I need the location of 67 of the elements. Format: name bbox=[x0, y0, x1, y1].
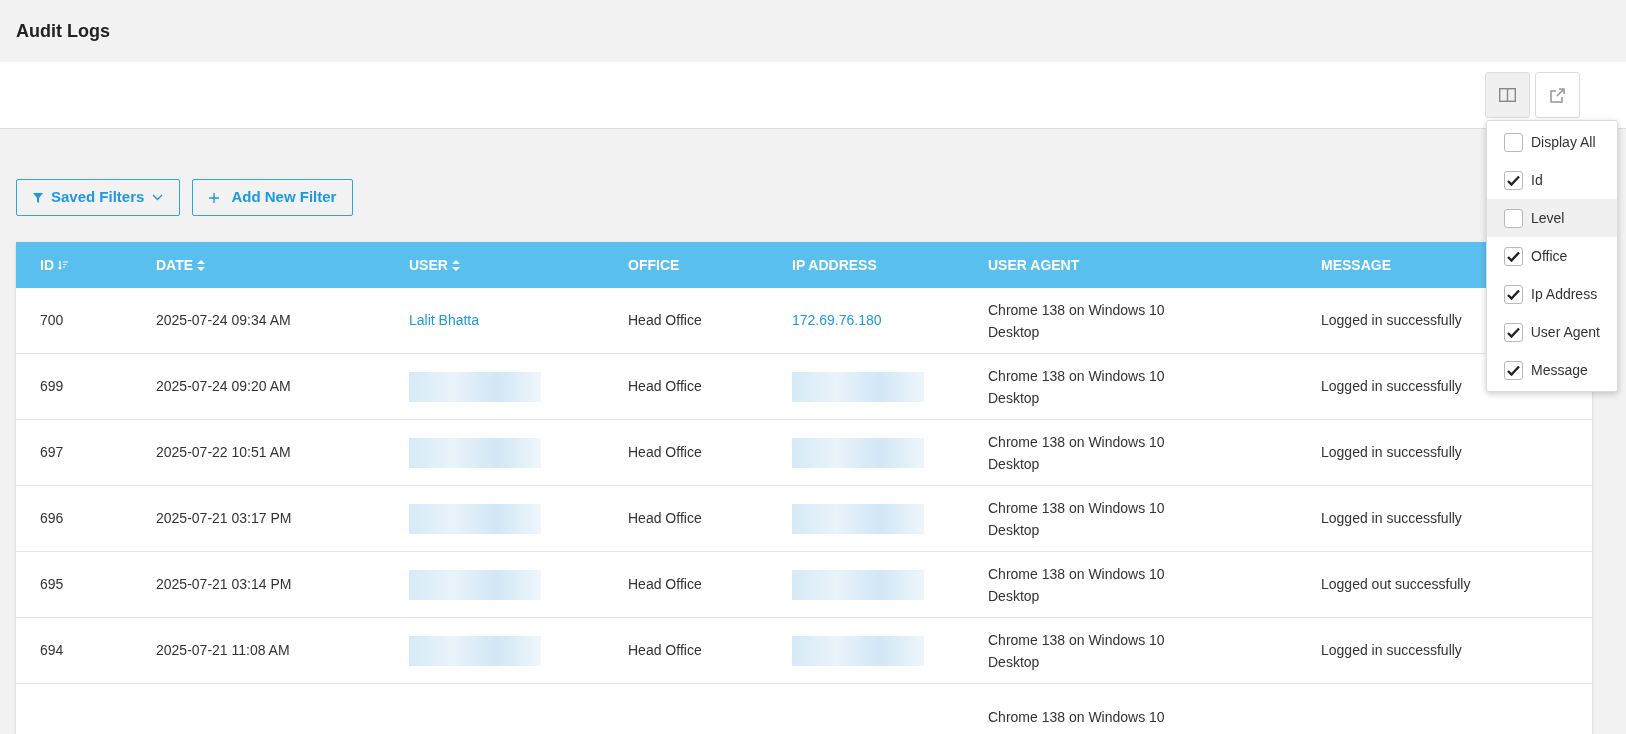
table-cell-text: Chrome 138 on Windows 10 Desktop bbox=[988, 366, 1166, 408]
table-cell: 2025-07-21 11:08 AM bbox=[156, 642, 290, 658]
table-cell: Logged in successfully bbox=[1321, 378, 1462, 394]
checkbox[interactable] bbox=[1504, 322, 1523, 342]
option-label: Office bbox=[1531, 246, 1568, 266]
table-cell: Head Office bbox=[628, 576, 702, 592]
column-header: MESSAGE bbox=[1321, 255, 1391, 275]
sort-icon[interactable] bbox=[451, 259, 460, 271]
table-cell: 697 bbox=[40, 444, 64, 460]
table-cell: 695 bbox=[40, 576, 64, 592]
checkbox[interactable] bbox=[1504, 170, 1523, 190]
table-cell-text: Chrome 138 on Windows 10 Desktop bbox=[988, 300, 1166, 342]
table-cell-text: Chrome 138 on Windows 10 Desktop bbox=[988, 630, 1166, 672]
table-cell: 2025-07-21 03:14 PM bbox=[156, 576, 292, 592]
plus-icon bbox=[209, 192, 220, 203]
table-cell: Logged in successfully bbox=[1321, 642, 1462, 658]
table-cell: Head Office bbox=[628, 378, 702, 394]
column-header: IP ADDRESS bbox=[792, 255, 877, 275]
table-cell: Head Office bbox=[628, 312, 702, 328]
option-label: Level bbox=[1531, 208, 1565, 228]
table-cell: 2025-07-24 09:34 AM bbox=[156, 312, 291, 328]
option-label: Ip Address bbox=[1531, 284, 1598, 304]
table-cell: Head Office bbox=[628, 510, 702, 526]
table-cell: 2025-07-21 03:17 PM bbox=[156, 510, 292, 526]
columns-button[interactable] bbox=[1485, 72, 1530, 118]
table-cell: Logged in successfully bbox=[1321, 510, 1462, 526]
option-label: Id bbox=[1531, 170, 1543, 190]
table-cell: Logged in successfully bbox=[1321, 312, 1462, 328]
table-cell-text: Chrome 138 on Windows 10 bbox=[988, 707, 1166, 727]
table-cell: Logged out successfully bbox=[1321, 576, 1471, 592]
column-option[interactable]: Message bbox=[1487, 351, 1617, 389]
chevron-down-icon bbox=[152, 194, 164, 201]
table-cell: 700 bbox=[40, 312, 64, 328]
export-button[interactable] bbox=[1535, 72, 1580, 118]
table-cell: Head Office bbox=[628, 642, 702, 658]
checkbox[interactable] bbox=[1504, 284, 1523, 304]
table-cell-text: Chrome 138 on Windows 10 Desktop bbox=[988, 498, 1166, 540]
sort-icon[interactable] bbox=[197, 259, 206, 271]
checkbox[interactable] bbox=[1504, 208, 1523, 228]
table-cell: 699 bbox=[40, 378, 64, 394]
column-header: USER AGENT bbox=[988, 255, 1080, 275]
checkbox[interactable] bbox=[1504, 360, 1523, 380]
sort-descending-icon[interactable] bbox=[58, 260, 68, 270]
column-option[interactable]: Display All bbox=[1487, 123, 1617, 161]
checkbox[interactable] bbox=[1504, 132, 1523, 152]
option-label: User Agent bbox=[1530, 322, 1600, 342]
column-option[interactable]: User Agent bbox=[1487, 313, 1617, 351]
option-label: Display All bbox=[1531, 132, 1596, 152]
option-label: Message bbox=[1531, 360, 1588, 380]
table-cell: 696 bbox=[40, 510, 64, 526]
checkbox[interactable] bbox=[1504, 246, 1523, 266]
column-option[interactable]: Level bbox=[1487, 199, 1617, 237]
columns-icon bbox=[1499, 88, 1516, 102]
table-cell: 694 bbox=[40, 642, 64, 658]
table-cell-text: Chrome 138 on Windows 10 Desktop bbox=[988, 432, 1166, 474]
column-header: OFFICE bbox=[628, 255, 680, 275]
table-cell: 2025-07-24 09:20 AM bbox=[156, 378, 291, 394]
column-option[interactable]: Office bbox=[1487, 237, 1617, 275]
table-cell: 2025-07-22 10:51 AM bbox=[156, 444, 291, 460]
filter-icon bbox=[33, 192, 43, 203]
table-cell-text: Chrome 138 on Windows 10 Desktop bbox=[988, 564, 1166, 606]
column-option[interactable]: Ip Address bbox=[1487, 275, 1617, 313]
column-option[interactable]: Id bbox=[1487, 161, 1617, 199]
external-link-icon bbox=[1549, 86, 1566, 104]
page-title: Audit Logs bbox=[16, 19, 110, 43]
table-cell: Head Office bbox=[628, 444, 702, 460]
table-cell: Logged in successfully bbox=[1321, 444, 1462, 460]
